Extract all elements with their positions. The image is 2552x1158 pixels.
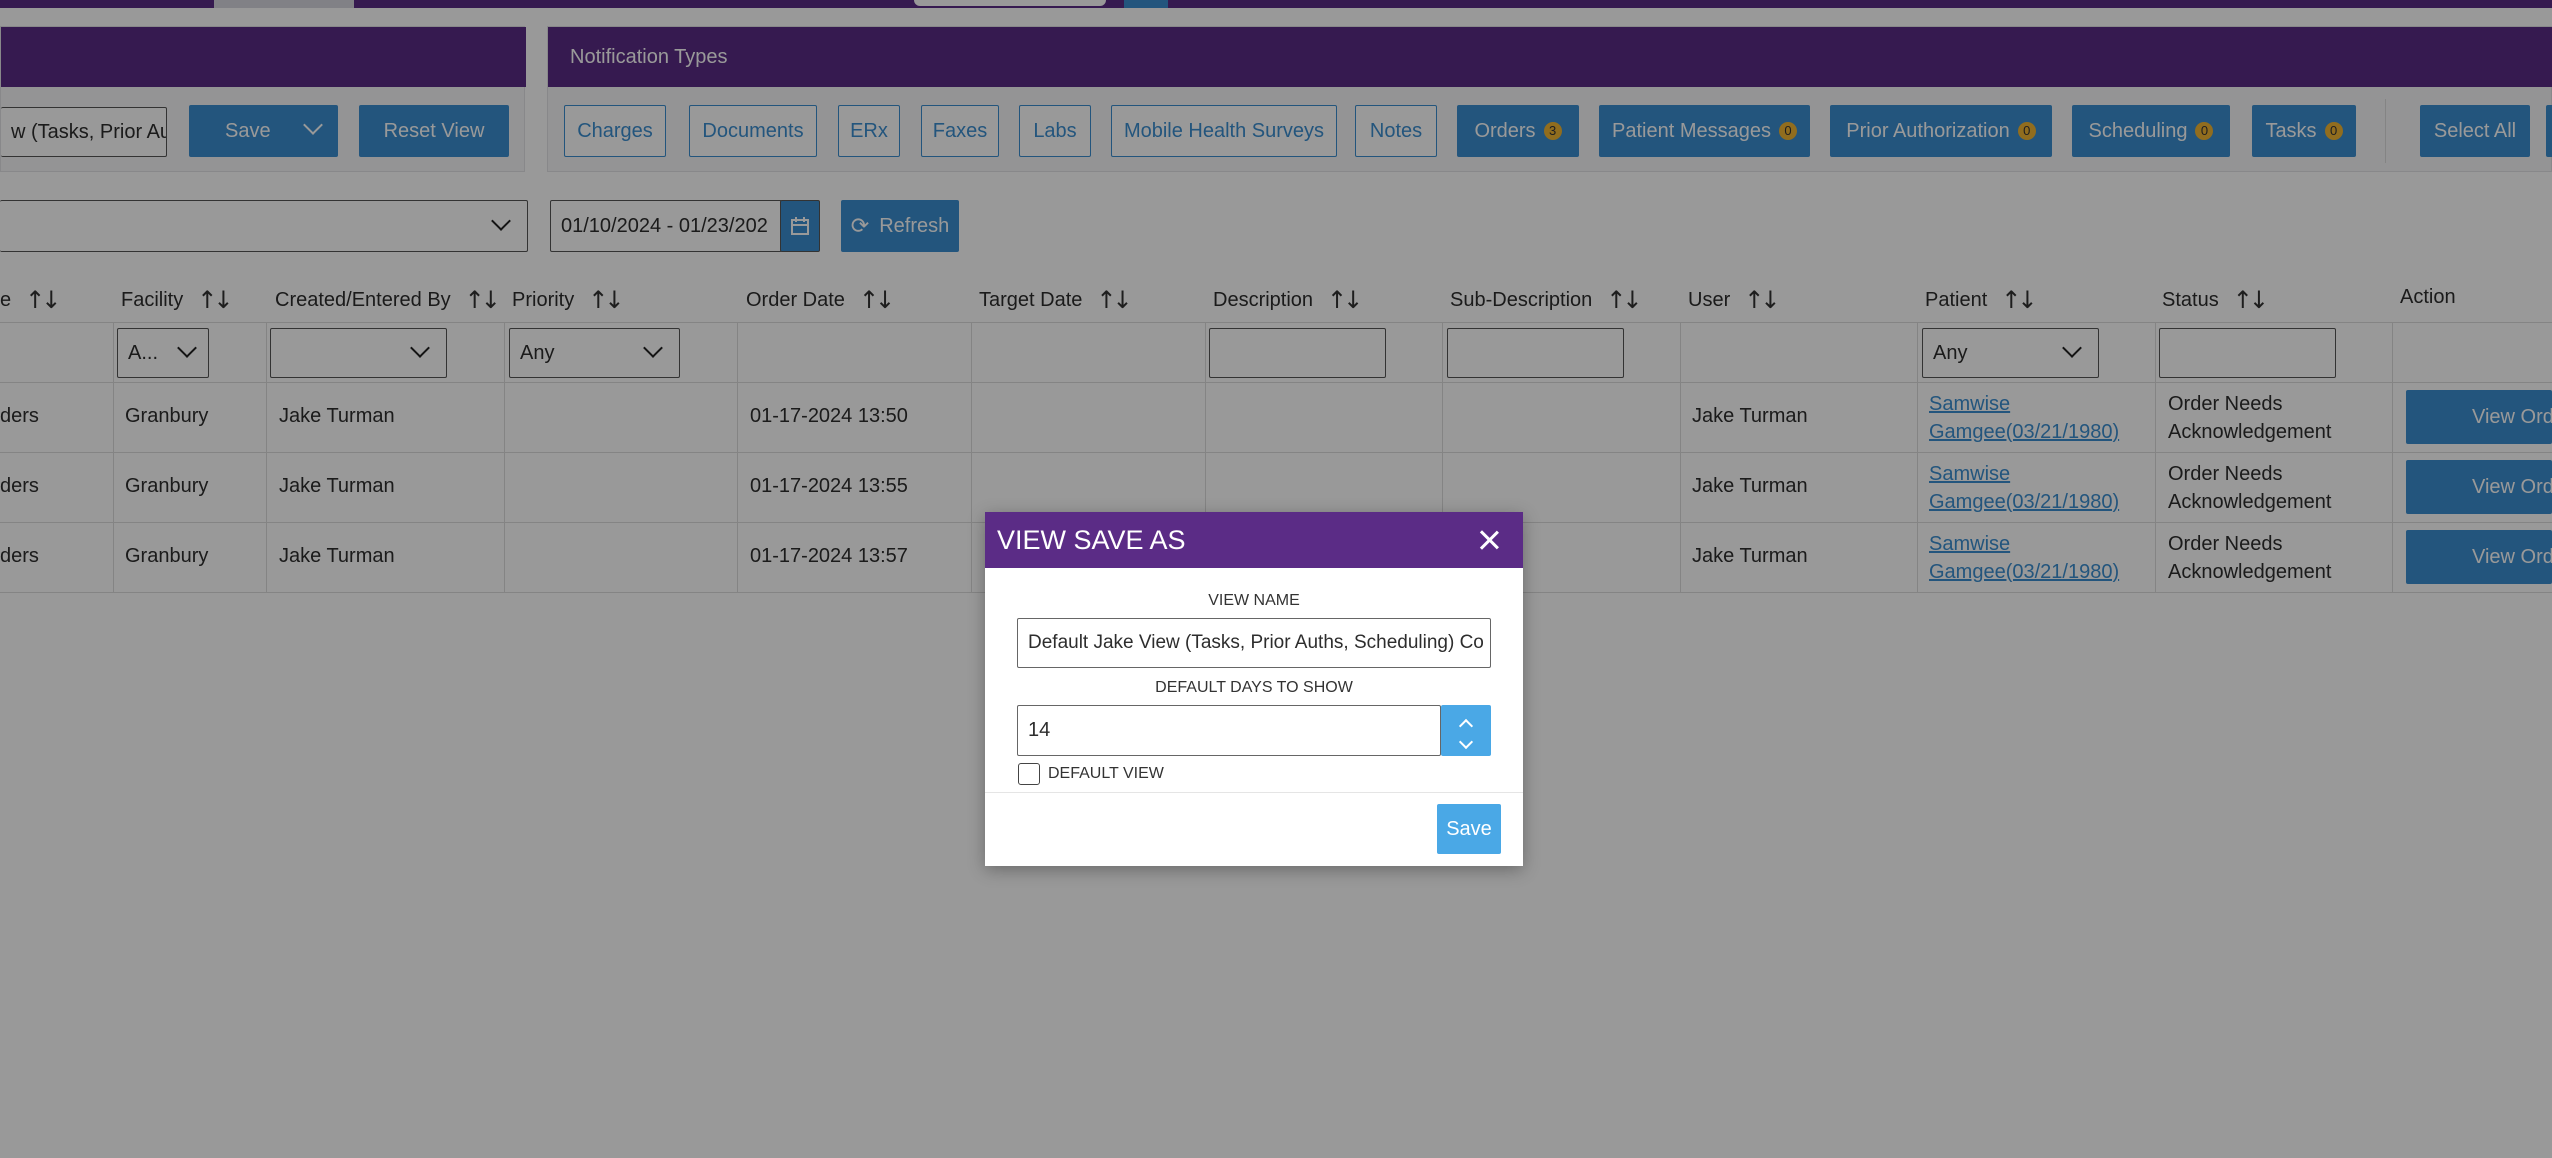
default-days-field[interactable]: 14 <box>1017 705 1441 756</box>
stepper-up-icon[interactable] <box>1458 718 1474 733</box>
stepper-down-icon[interactable] <box>1458 734 1474 749</box>
default-view-checkbox[interactable] <box>1018 763 1040 785</box>
dialog-save-button[interactable]: Save <box>1437 804 1501 854</box>
view-save-as-dialog: VIEW SAVE AS VIEW NAME Default Jake View… <box>985 512 1523 866</box>
dialog-title: VIEW SAVE AS <box>997 524 1186 555</box>
dialog-header: VIEW SAVE AS <box>985 512 1523 568</box>
default-view-label: DEFAULT VIEW <box>1048 765 1164 782</box>
dialog-footer-divider <box>985 792 1523 793</box>
view-name-label: VIEW NAME <box>1208 592 1300 609</box>
close-icon[interactable] <box>1477 528 1501 552</box>
view-name-field[interactable]: Default Jake View (Tasks, Prior Auths, S… <box>1017 618 1491 668</box>
days-stepper[interactable] <box>1441 705 1491 756</box>
default-days-label: DEFAULT DAYS TO SHOW <box>1155 679 1353 696</box>
